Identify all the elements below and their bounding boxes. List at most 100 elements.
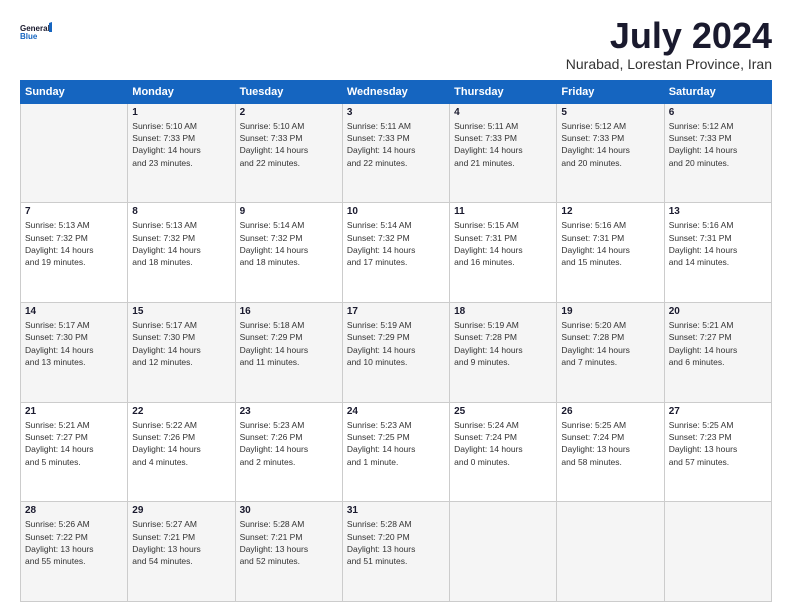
day-number: 31	[347, 505, 445, 516]
day-number: 10	[347, 206, 445, 217]
week-row-2: 7 Sunrise: 5:13 AMSunset: 7:32 PMDaylight…	[21, 203, 772, 303]
table-cell: 8 Sunrise: 5:13 AMSunset: 7:32 PMDaylight…	[128, 203, 235, 303]
day-number: 6	[669, 107, 767, 118]
page: General Blue July 2024 Nurabad, Lorestan…	[0, 0, 792, 612]
day-info: Sunrise: 5:17 AMSunset: 7:30 PMDaylight:…	[132, 319, 230, 368]
day-info: Sunrise: 5:17 AMSunset: 7:30 PMDaylight:…	[25, 319, 123, 368]
day-number: 13	[669, 206, 767, 217]
day-number: 26	[561, 406, 659, 417]
day-number: 24	[347, 406, 445, 417]
svg-text:Blue: Blue	[20, 32, 38, 41]
day-info: Sunrise: 5:12 AMSunset: 7:33 PMDaylight:…	[669, 120, 767, 169]
table-cell: 27 Sunrise: 5:25 AMSunset: 7:23 PMDayligh…	[664, 402, 771, 502]
day-info: Sunrise: 5:26 AMSunset: 7:22 PMDaylight:…	[25, 518, 123, 567]
table-cell: 20 Sunrise: 5:21 AMSunset: 7:27 PMDayligh…	[664, 302, 771, 402]
table-cell: 19 Sunrise: 5:20 AMSunset: 7:28 PMDayligh…	[557, 302, 664, 402]
day-info: Sunrise: 5:16 AMSunset: 7:31 PMDaylight:…	[561, 219, 659, 268]
table-cell	[21, 103, 128, 203]
day-info: Sunrise: 5:23 AMSunset: 7:26 PMDaylight:…	[240, 419, 338, 468]
day-info: Sunrise: 5:20 AMSunset: 7:28 PMDaylight:…	[561, 319, 659, 368]
title-block: July 2024 Nurabad, Lorestan Province, Ir…	[566, 16, 772, 72]
day-number: 27	[669, 406, 767, 417]
day-number: 5	[561, 107, 659, 118]
table-cell: 14 Sunrise: 5:17 AMSunset: 7:30 PMDayligh…	[21, 302, 128, 402]
day-number: 4	[454, 107, 552, 118]
table-cell: 6 Sunrise: 5:12 AMSunset: 7:33 PMDaylight…	[664, 103, 771, 203]
col-thursday: Thursday	[450, 80, 557, 103]
logo: General Blue	[20, 16, 52, 48]
table-cell: 13 Sunrise: 5:16 AMSunset: 7:31 PMDayligh…	[664, 203, 771, 303]
day-number: 25	[454, 406, 552, 417]
day-number: 1	[132, 107, 230, 118]
day-number: 3	[347, 107, 445, 118]
day-number: 18	[454, 306, 552, 317]
table-cell: 28 Sunrise: 5:26 AMSunset: 7:22 PMDayligh…	[21, 502, 128, 602]
day-info: Sunrise: 5:13 AMSunset: 7:32 PMDaylight:…	[132, 219, 230, 268]
table-cell: 5 Sunrise: 5:12 AMSunset: 7:33 PMDaylight…	[557, 103, 664, 203]
table-cell: 15 Sunrise: 5:17 AMSunset: 7:30 PMDayligh…	[128, 302, 235, 402]
week-row-3: 14 Sunrise: 5:17 AMSunset: 7:30 PMDayligh…	[21, 302, 772, 402]
day-number: 12	[561, 206, 659, 217]
table-cell: 12 Sunrise: 5:16 AMSunset: 7:31 PMDayligh…	[557, 203, 664, 303]
day-number: 8	[132, 206, 230, 217]
header-row: Sunday Monday Tuesday Wednesday Thursday…	[21, 80, 772, 103]
day-number: 22	[132, 406, 230, 417]
col-monday: Monday	[128, 80, 235, 103]
table-cell	[664, 502, 771, 602]
table-cell: 29Sunrise: 5:27 AMSunset: 7:21 PMDayligh…	[128, 502, 235, 602]
table-cell: 9Sunrise: 5:14 AMSunset: 7:32 PMDaylight…	[235, 203, 342, 303]
day-info: Sunrise: 5:11 AMSunset: 7:33 PMDaylight:…	[454, 120, 552, 169]
logo-svg: General Blue	[20, 16, 52, 48]
day-info: Sunrise: 5:22 AMSunset: 7:26 PMDaylight:…	[132, 419, 230, 468]
table-cell: 10 Sunrise: 5:14 AMSunset: 7:32 PMDayligh…	[342, 203, 449, 303]
table-cell: 7 Sunrise: 5:13 AMSunset: 7:32 PMDaylight…	[21, 203, 128, 303]
day-info: Sunrise: 5:21 AMSunset: 7:27 PMDaylight:…	[25, 419, 123, 468]
main-title: July 2024	[566, 16, 772, 56]
subtitle: Nurabad, Lorestan Province, Iran	[566, 56, 772, 72]
week-row-1: 1 Sunrise: 5:10 AMSunset: 7:33 PMDaylight…	[21, 103, 772, 203]
day-info: Sunrise: 5:18 AMSunset: 7:29 PMDaylight:…	[240, 319, 338, 368]
day-number: 29	[132, 505, 230, 516]
table-cell	[557, 502, 664, 602]
day-info: Sunrise: 5:25 AMSunset: 7:23 PMDaylight:…	[669, 419, 767, 468]
table-cell: 18Sunrise: 5:19 AMSunset: 7:28 PMDayligh…	[450, 302, 557, 402]
day-info: Sunrise: 5:23 AMSunset: 7:25 PMDaylight:…	[347, 419, 445, 468]
day-info: Sunrise: 5:21 AMSunset: 7:27 PMDaylight:…	[669, 319, 767, 368]
table-cell: 2Sunrise: 5:10 AMSunset: 7:33 PMDaylight…	[235, 103, 342, 203]
day-number: 19	[561, 306, 659, 317]
col-tuesday: Tuesday	[235, 80, 342, 103]
day-number: 15	[132, 306, 230, 317]
day-info: Sunrise: 5:16 AMSunset: 7:31 PMDaylight:…	[669, 219, 767, 268]
day-number: 30	[240, 505, 338, 516]
day-info: Sunrise: 5:14 AMSunset: 7:32 PMDaylight:…	[347, 219, 445, 268]
day-number: 9	[240, 206, 338, 217]
day-number: 28	[25, 505, 123, 516]
table-cell: 16 Sunrise: 5:18 AMSunset: 7:29 PMDayligh…	[235, 302, 342, 402]
calendar-table: Sunday Monday Tuesday Wednesday Thursday…	[20, 80, 772, 602]
day-number: 23	[240, 406, 338, 417]
col-saturday: Saturday	[664, 80, 771, 103]
table-cell: 4 Sunrise: 5:11 AMSunset: 7:33 PMDaylight…	[450, 103, 557, 203]
table-cell: 1Sunrise: 5:10 AMSunset: 7:33 PMDaylight…	[128, 103, 235, 203]
table-cell: 30 Sunrise: 5:28 AMSunset: 7:21 PMDayligh…	[235, 502, 342, 602]
table-cell: 3Sunrise: 5:11 AMSunset: 7:33 PMDaylight…	[342, 103, 449, 203]
day-number: 14	[25, 306, 123, 317]
week-row-4: 21Sunrise: 5:21 AMSunset: 7:27 PMDayligh…	[21, 402, 772, 502]
col-friday: Friday	[557, 80, 664, 103]
day-info: Sunrise: 5:10 AMSunset: 7:33 PMDaylight:…	[240, 120, 338, 169]
table-cell: 11 Sunrise: 5:15 AMSunset: 7:31 PMDayligh…	[450, 203, 557, 303]
table-cell: 25 Sunrise: 5:24 AMSunset: 7:24 PMDayligh…	[450, 402, 557, 502]
day-number: 16	[240, 306, 338, 317]
day-info: Sunrise: 5:15 AMSunset: 7:31 PMDaylight:…	[454, 219, 552, 268]
day-number: 7	[25, 206, 123, 217]
table-cell: 17Sunrise: 5:19 AMSunset: 7:29 PMDayligh…	[342, 302, 449, 402]
day-info: Sunrise: 5:19 AMSunset: 7:29 PMDaylight:…	[347, 319, 445, 368]
day-number: 11	[454, 206, 552, 217]
day-number: 20	[669, 306, 767, 317]
day-info: Sunrise: 5:13 AMSunset: 7:32 PMDaylight:…	[25, 219, 123, 268]
day-info: Sunrise: 5:24 AMSunset: 7:24 PMDaylight:…	[454, 419, 552, 468]
table-cell: 24 Sunrise: 5:23 AMSunset: 7:25 PMDayligh…	[342, 402, 449, 502]
day-info: Sunrise: 5:28 AMSunset: 7:21 PMDaylight:…	[240, 518, 338, 567]
day-info: Sunrise: 5:25 AMSunset: 7:24 PMDaylight:…	[561, 419, 659, 468]
day-info: Sunrise: 5:12 AMSunset: 7:33 PMDaylight:…	[561, 120, 659, 169]
